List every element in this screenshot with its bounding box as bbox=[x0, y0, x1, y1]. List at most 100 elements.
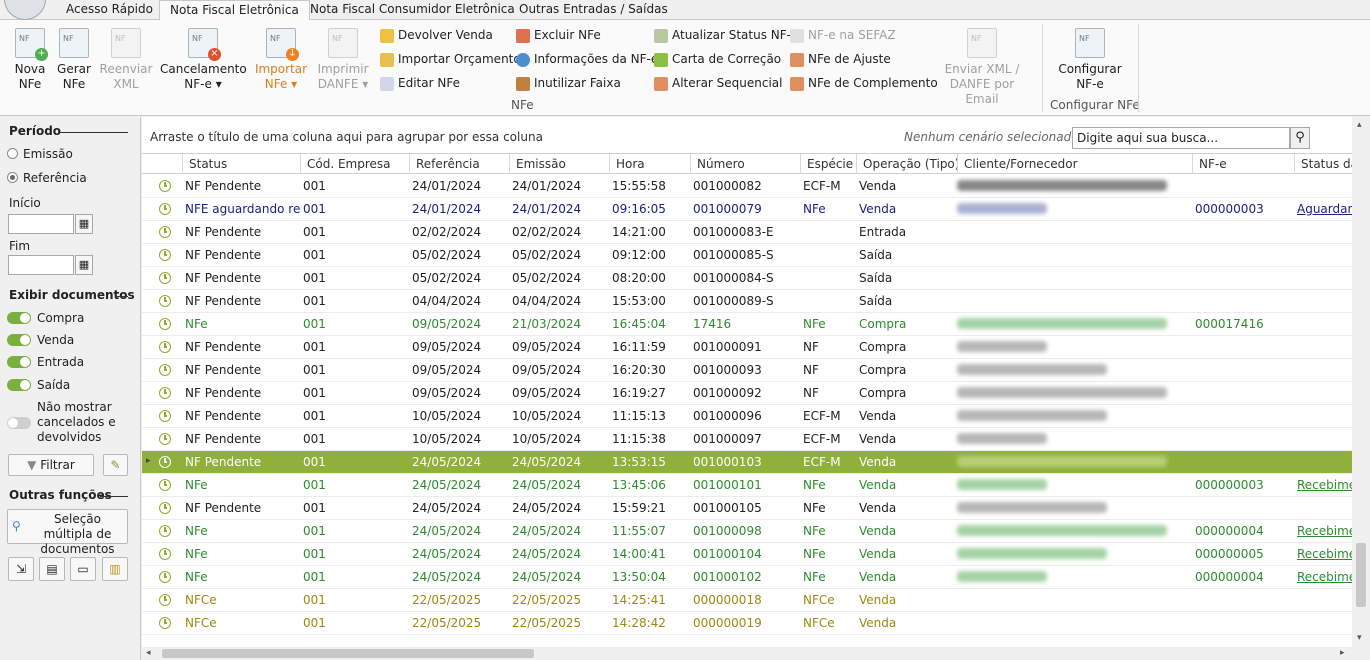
column-header-cliente[interactable]: Cliente/Fornecedor bbox=[957, 154, 1192, 174]
editar-nfe-button[interactable]: Editar NFe bbox=[380, 73, 460, 93]
table-row[interactable]: ▸ NF Pendente 001 24/05/2024 24/05/2024 13:53… bbox=[142, 451, 1352, 474]
clock-icon bbox=[159, 433, 171, 445]
cell-hora: 11:15:38 bbox=[612, 432, 666, 446]
column-header-referencia[interactable]: Referência bbox=[409, 154, 509, 174]
cell-stat[interactable]: Recebimento bbox=[1294, 520, 1352, 542]
group-label-nfe: NFe bbox=[511, 98, 534, 112]
cancelamento-nfe-button[interactable]: × Cancelamento NF-e ▾ bbox=[160, 28, 247, 92]
cell-stat[interactable]: Recebimento bbox=[1294, 474, 1352, 496]
inicio-date-input[interactable] bbox=[8, 214, 74, 234]
cell-stat[interactable]: Aguardando bbox=[1294, 198, 1352, 220]
table-row[interactable]: NF Pendente 001 10/05/2024 10/05/2024 11:15:… bbox=[142, 405, 1352, 428]
cell-esp: NFe bbox=[803, 202, 826, 216]
calendar-icon[interactable]: ▦ bbox=[75, 255, 93, 275]
table-row[interactable]: NFe 001 24/05/2024 24/05/2024 13:45:06 001000… bbox=[142, 474, 1352, 497]
export-icon[interactable]: ⇲ bbox=[8, 557, 34, 581]
table-row[interactable]: NF Pendente 001 09/05/2024 09/05/2024 16:20:… bbox=[142, 359, 1352, 382]
table-row[interactable]: NFCe 001 22/05/2025 22/05/2025 14:25:41 00000… bbox=[142, 589, 1352, 612]
table-row[interactable]: NF Pendente 001 24/01/2024 24/01/2024 15:55:… bbox=[142, 175, 1352, 198]
radio-referencia[interactable]: Referência bbox=[7, 171, 87, 185]
filtrar-button[interactable]: ▼ Filtrar bbox=[8, 454, 94, 476]
alterar-sequencial-button[interactable]: Alterar Sequencial bbox=[654, 73, 783, 93]
cell-cliente-redacted bbox=[957, 364, 1107, 375]
columns-icon[interactable]: ▥ bbox=[102, 557, 128, 581]
devolver-venda-button[interactable]: Devolver Venda bbox=[380, 25, 493, 45]
inutilizar-faixa-button[interactable]: Inutilizar Faixa bbox=[516, 73, 621, 93]
table-row[interactable]: NFe 001 24/05/2024 24/05/2024 14:00:41 001000… bbox=[142, 543, 1352, 566]
radio-emissao[interactable]: Emissão bbox=[7, 147, 73, 161]
clear-filter-icon[interactable]: ✎ bbox=[103, 454, 128, 476]
gerar-nfe-button[interactable]: Gerar NFe bbox=[54, 28, 94, 92]
toggle-saida[interactable]: Saída bbox=[7, 378, 70, 392]
atualizar-status-button[interactable]: Atualizar Status NF-e bbox=[654, 25, 798, 45]
cell-stat bbox=[1294, 589, 1352, 611]
calendar-icon[interactable]: ▦ bbox=[75, 214, 93, 234]
table-row[interactable]: NF Pendente 001 09/05/2024 09/05/2024 16:11:… bbox=[142, 336, 1352, 359]
vertical-scrollbar[interactable]: ▴ ▾ bbox=[1352, 117, 1370, 660]
table-row[interactable]: NF Pendente 001 04/04/2024 04/04/2024 15:53:… bbox=[142, 290, 1352, 313]
toggle-nao-mostrar-cancelados[interactable] bbox=[7, 416, 37, 430]
table-row[interactable]: NFe 001 24/05/2024 24/05/2024 13:50:04 001000… bbox=[142, 566, 1352, 589]
importar-nfe-button[interactable]: ↓ Importar NFe ▾ bbox=[252, 28, 310, 92]
table-row[interactable]: NF Pendente 001 05/02/2024 05/02/2024 08:20:… bbox=[142, 267, 1352, 290]
column-header-status-da[interactable]: Status da bbox=[1294, 154, 1352, 174]
horizontal-scroll-thumb[interactable] bbox=[162, 649, 534, 658]
carta-correcao-button[interactable]: Carta de Correção bbox=[654, 49, 781, 69]
nfe-complemento-button[interactable]: NFe de Complemento bbox=[790, 73, 938, 93]
cell-esp: ECF-M bbox=[803, 432, 841, 446]
cell-ref: 05/02/2024 bbox=[412, 271, 482, 285]
column-header-emissao[interactable]: Emissão bbox=[509, 154, 609, 174]
vertical-scroll-thumb[interactable] bbox=[1356, 543, 1366, 607]
selecao-multipla-button[interactable]: ⚲ Seleção múltipla de documentos bbox=[7, 509, 128, 556]
table-row[interactable]: NF Pendente 001 10/05/2024 10/05/2024 11:15:… bbox=[142, 428, 1352, 451]
horizontal-scrollbar[interactable]: ◂ ▸ bbox=[142, 647, 1352, 660]
tab-outras-entradas-saidas[interactable]: Outras Entradas / Saídas bbox=[509, 0, 678, 20]
tab-acesso-rapido[interactable]: Acesso Rápido bbox=[56, 0, 163, 20]
cell-num: 001000105 bbox=[693, 501, 762, 515]
informacoes-nfe-button[interactable]: Informações da NF-e bbox=[516, 49, 658, 69]
cell-nfe: 000000005 bbox=[1195, 547, 1264, 561]
column-header-hora[interactable]: Hora bbox=[609, 154, 690, 174]
app-menu-button[interactable] bbox=[4, 0, 46, 20]
table-row[interactable]: NFE aguardando retorno001 24/01/2024 24/01… bbox=[142, 198, 1352, 221]
column-header-operacao[interactable]: Operação (Tipo) bbox=[856, 154, 957, 174]
nfe-ajuste-button[interactable]: NFe de Ajuste bbox=[790, 49, 891, 69]
enviar-xml-email-button[interactable]: Enviar XML / DANFE por Email bbox=[934, 28, 1030, 107]
tab-nota-fiscal-eletronica[interactable]: Nota Fiscal Eletrônica bbox=[159, 0, 310, 21]
cell-num: 001000098 bbox=[693, 524, 762, 538]
column-header-cod-empresa[interactable]: Cód. Empresa bbox=[300, 154, 409, 174]
table-row[interactable]: NF Pendente 001 24/05/2024 24/05/2024 15:59:… bbox=[142, 497, 1352, 520]
search-input[interactable] bbox=[1072, 127, 1290, 149]
nova-nfe-button[interactable]: + Nova NFe bbox=[8, 28, 52, 92]
cell-stat[interactable]: Recebimento bbox=[1294, 543, 1352, 565]
cell-hora: 09:16:05 bbox=[612, 202, 666, 216]
table-row[interactable]: NF Pendente 001 09/05/2024 09/05/2024 16:19:… bbox=[142, 382, 1352, 405]
reenviar-xml-button[interactable]: Reenviar XML bbox=[98, 28, 154, 92]
cell-hora: 16:20:30 bbox=[612, 363, 666, 377]
importar-orcamento-button[interactable]: Importar Orçamento bbox=[380, 49, 521, 69]
excluir-nfe-button[interactable]: Excluir NFe bbox=[516, 25, 601, 45]
grid-options-icon[interactable]: ▤ bbox=[39, 557, 65, 581]
column-header-status[interactable]: Status bbox=[182, 154, 300, 174]
tab-nfce[interactable]: Nota Fiscal Consumidor Eletrônica bbox=[300, 0, 525, 20]
nfe-sefaz-button[interactable]: NF-e na SEFAZ bbox=[790, 25, 896, 45]
table-row[interactable]: NFCe 001 22/05/2025 22/05/2025 14:28:42 00000… bbox=[142, 612, 1352, 635]
search-icon[interactable]: ⚲ bbox=[1290, 127, 1310, 149]
configurar-nfe-button[interactable]: Configurar NF-e bbox=[1054, 28, 1126, 92]
toggle-entrada[interactable]: Entrada bbox=[7, 355, 84, 369]
fim-date-input[interactable] bbox=[8, 255, 74, 275]
cell-stat[interactable]: Recebimento bbox=[1294, 566, 1352, 588]
cell-op: Venda bbox=[859, 455, 897, 469]
cell-esp: NFe bbox=[803, 547, 826, 561]
toggle-compra[interactable]: Compra bbox=[7, 311, 84, 325]
toggle-venda[interactable]: Venda bbox=[7, 333, 74, 347]
table-row[interactable]: NF Pendente 001 05/02/2024 05/02/2024 09:12:… bbox=[142, 244, 1352, 267]
layout-icon[interactable]: ▭ bbox=[70, 557, 96, 581]
table-row[interactable]: NF Pendente 001 02/02/2024 02/02/2024 14:21:… bbox=[142, 221, 1352, 244]
table-row[interactable]: NFe 001 09/05/2024 21/03/2024 16:45:04 17416 N… bbox=[142, 313, 1352, 336]
table-row[interactable]: NFe 001 24/05/2024 24/05/2024 11:55:07 001000… bbox=[142, 520, 1352, 543]
column-header-numero[interactable]: Número bbox=[690, 154, 800, 174]
column-header-especie[interactable]: Espécie bbox=[800, 154, 856, 174]
imprimir-danfe-button[interactable]: Imprimir DANFE ▾ bbox=[314, 28, 372, 92]
column-header-nfe[interactable]: NF-e bbox=[1192, 154, 1294, 174]
